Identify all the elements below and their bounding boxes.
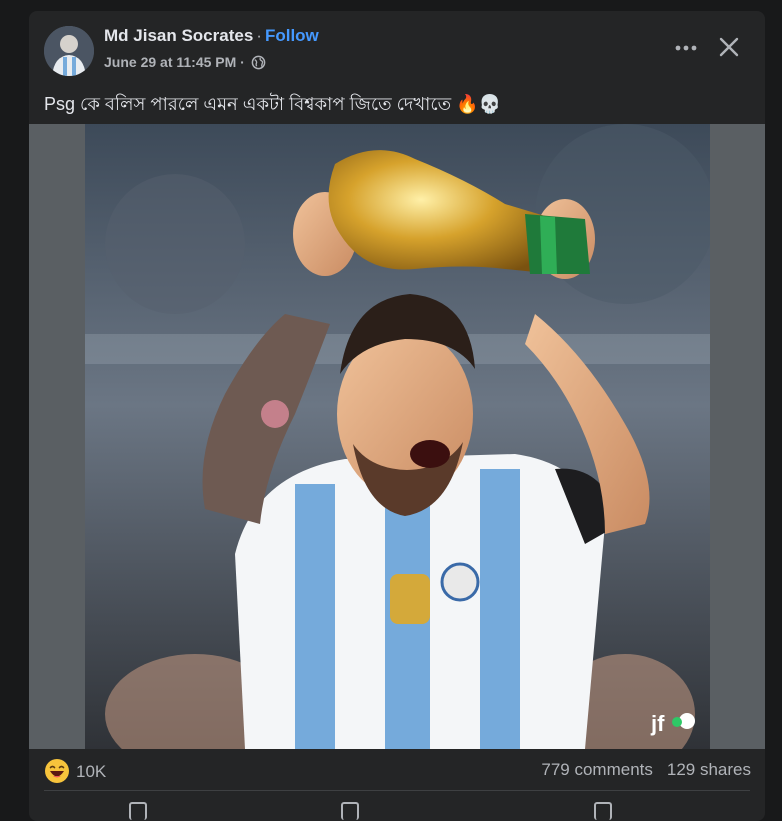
post-text: Psg কে বলিস পারলে এমন একটা বিশ্বকাপ জিতে… [44,94,501,114]
comment-icon[interactable] [341,802,359,820]
more-horizontal-icon [675,45,697,51]
post-header: Md Jisan Socrates · Follow June 29 at 11:4… [29,11,765,81]
close-icon [719,37,739,57]
post-photo-container[interactable]: jf [29,124,765,749]
haha-reaction-icon[interactable] [44,758,70,784]
photo-watermark: jf [650,711,665,736]
follow-button[interactable]: Follow [265,26,319,45]
post-photo[interactable]: jf [85,124,710,749]
engagement-counts: 779 comments 129 shares [527,760,751,780]
post-stats: 10K 779 comments 129 shares [29,749,765,794]
author-separator: · [256,26,262,45]
post-card: Md Jisan Socrates · Follow June 29 at 11:4… [29,11,765,821]
post-meta: June 29 at 11:45 PM · [104,54,266,73]
like-icon[interactable] [129,802,147,820]
reaction-count[interactable]: 10K [76,762,106,782]
author-line: Md Jisan Socrates · Follow [104,26,319,46]
more-options-button[interactable] [673,35,699,61]
actions-divider [44,790,750,791]
author-name[interactable]: Md Jisan Socrates [104,26,253,45]
comments-count[interactable]: 779 comments [541,760,653,779]
shares-count[interactable]: 129 shares [667,760,751,779]
globe-icon [251,55,266,73]
close-button[interactable] [715,33,743,61]
post-timestamp[interactable]: June 29 at 11:45 PM · [104,54,245,70]
author-avatar[interactable] [44,26,94,76]
share-icon[interactable] [594,802,612,820]
